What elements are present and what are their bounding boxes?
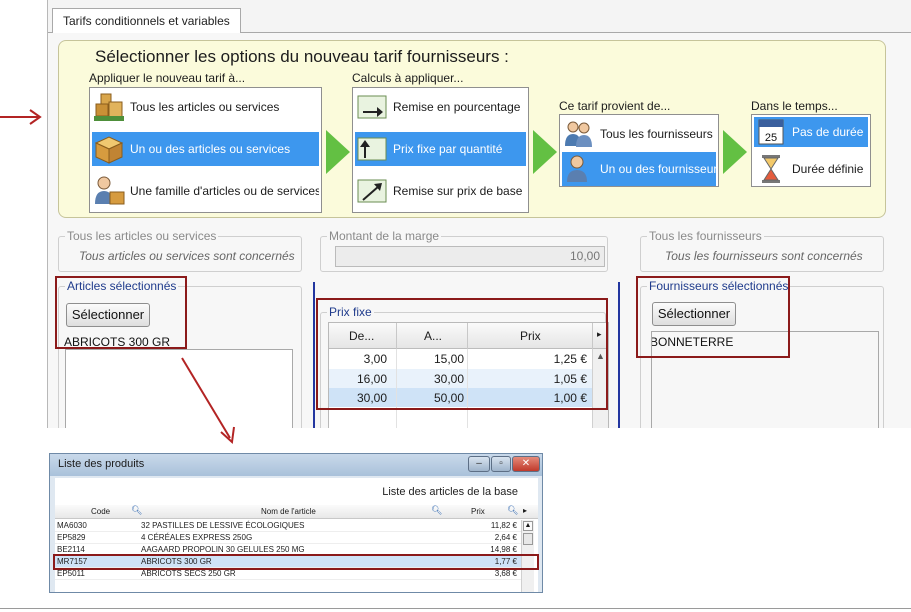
- close-button[interactable]: ✕: [512, 456, 540, 472]
- apply-options-box: Tous les articles ou services Un ou des …: [89, 87, 322, 213]
- all-articles-note: Tous articles ou services sont concernés: [79, 249, 295, 263]
- green-arrow-icon: [723, 130, 747, 174]
- blue-divider-right: [618, 282, 620, 428]
- option-label: Remise en pourcentage: [393, 100, 521, 114]
- calc-options-box: Remise en pourcentage Prix fixe par quan…: [352, 87, 529, 213]
- option-label: Pas de durée: [792, 125, 864, 139]
- option-label: Tous les articles ou services: [130, 100, 280, 114]
- search-icon[interactable]: 🔍︎: [431, 505, 442, 516]
- products-popup: Liste des produits ‒ ▫ ✕ Liste des artic…: [49, 453, 543, 593]
- option-defined-duration[interactable]: Durée définie: [754, 152, 868, 186]
- option-label: Prix fixe par quantité: [393, 142, 503, 156]
- options-panel: Sélectionner les options du nouveau tari…: [58, 40, 886, 218]
- product-row[interactable]: EP5829 4 CÉRÉALES EXPRESS 250G 2,64 €: [55, 532, 521, 544]
- option-label: Tous les fournisseurs: [600, 127, 713, 141]
- popup-content: Liste des articles de la base Code 🔍︎ No…: [53, 478, 539, 592]
- option-all-suppliers[interactable]: Tous les fournisseurs: [562, 117, 716, 151]
- product-price: 11,82 €: [490, 521, 517, 530]
- all-suppliers-fieldset: Tous les fournisseurs Tous les fournisse…: [640, 229, 884, 272]
- popup-titlebar[interactable]: Liste des produits ‒ ▫ ✕: [50, 454, 542, 476]
- people-icon: [562, 117, 596, 151]
- scroll-up-icon[interactable]: ▲: [523, 521, 533, 531]
- hourglass-icon: [754, 152, 788, 186]
- highlight-articles: [55, 276, 187, 349]
- option-fixed-price-qty[interactable]: Prix fixe par quantité: [355, 132, 526, 166]
- option-no-duration[interactable]: 25 Pas de durée: [754, 117, 868, 147]
- time-options-box: 25 Pas de durée Durée définie: [751, 114, 871, 187]
- header-name[interactable]: Nom de l'article: [261, 507, 316, 516]
- margin-fieldset: Montant de la marge 10,00: [320, 229, 608, 272]
- maximize-button[interactable]: ▫: [491, 456, 511, 472]
- box-icon: [92, 132, 126, 166]
- option-label: Durée définie: [792, 162, 864, 176]
- option-label: Un ou des articles ou services: [130, 142, 291, 156]
- option-percent-discount[interactable]: Remise en pourcentage: [355, 90, 526, 124]
- option-article-family[interactable]: Une famille d'articles ou de services: [92, 174, 319, 208]
- person-icon: [562, 152, 596, 186]
- product-price: 2,64 €: [494, 533, 517, 542]
- boxes-icon: [92, 90, 126, 124]
- calc-group-label: Calculs à appliquer...: [352, 71, 464, 85]
- popup-title: Liste des produits: [58, 458, 145, 470]
- red-arrow-icon: [0, 109, 42, 125]
- calendar-icon: 25: [754, 117, 788, 147]
- product-code: MA6030: [57, 521, 87, 530]
- option-all-articles[interactable]: Tous les articles ou services: [92, 90, 319, 124]
- scroll-thumb[interactable]: [523, 533, 533, 545]
- arrow-up-icon: [355, 132, 389, 166]
- header-code[interactable]: Code: [91, 507, 110, 516]
- popup-list-header: Code 🔍︎ Nom de l'article 🔍︎ Prix 🔍︎ ▸: [55, 505, 538, 519]
- search-icon[interactable]: 🔍︎: [507, 505, 518, 516]
- margin-input[interactable]: 10,00: [335, 246, 605, 267]
- all-articles-fieldset: Tous les articles ou services Tous artic…: [58, 229, 302, 272]
- product-code: EP5829: [57, 533, 86, 542]
- popup-subtitle: Liste des articles de la base: [382, 486, 518, 498]
- supplier-options-box: Tous les fournisseurs Un ou des fourniss…: [559, 114, 719, 187]
- search-icon[interactable]: 🔍︎: [131, 505, 142, 516]
- option-base-price-discount[interactable]: Remise sur prix de base: [355, 174, 526, 208]
- divider: [0, 608, 911, 609]
- option-label: Un ou des fournisseurs: [600, 162, 716, 176]
- arrow-right-icon: [355, 90, 389, 124]
- green-arrow-icon: [326, 130, 350, 174]
- margin-legend: Montant de la marge: [327, 229, 442, 243]
- calendar-day: 25: [765, 132, 777, 144]
- product-name: 4 CÉRÉALES EXPRESS 250G: [141, 533, 253, 542]
- header-price[interactable]: Prix: [471, 507, 485, 516]
- arrow-diagonal-icon: [355, 174, 389, 208]
- highlight-prix-fixe: [316, 298, 608, 410]
- tab-tarifs[interactable]: Tarifs conditionnels et variables: [52, 8, 241, 34]
- supplier-group-label: Ce tarif provient de...: [559, 99, 671, 113]
- option-label: Remise sur prix de base: [393, 184, 523, 198]
- tab-strip: Tarifs conditionnels et variables: [48, 8, 911, 34]
- all-suppliers-note: Tous les fournisseurs sont concernés: [665, 249, 863, 263]
- scroll-right-icon[interactable]: ▸: [523, 506, 527, 515]
- highlight-suppliers: [636, 276, 790, 358]
- minimize-button[interactable]: ‒: [468, 456, 490, 472]
- option-one-or-more-articles[interactable]: Un ou des articles ou services: [92, 132, 319, 166]
- green-arrow-icon: [533, 130, 557, 174]
- blue-divider-left: [313, 282, 315, 428]
- highlight-product-row: [53, 554, 539, 570]
- options-title: Sélectionner les options du nouveau tari…: [95, 47, 509, 66]
- option-label: Une famille d'articles ou de services: [130, 184, 319, 198]
- red-arrow-diagonal-icon: [181, 357, 235, 445]
- person-box-icon: [92, 174, 126, 208]
- all-suppliers-legend: Tous les fournisseurs: [647, 229, 764, 243]
- product-row[interactable]: MA6030 32 PASTILLES DE LESSIVE ÉCOLOGIQU…: [55, 520, 521, 532]
- time-group-label: Dans le temps...: [751, 99, 838, 113]
- product-name: 32 PASTILLES DE LESSIVE ÉCOLOGIQUES: [141, 521, 305, 530]
- all-articles-legend: Tous les articles ou services: [65, 229, 219, 243]
- option-one-or-more-suppliers[interactable]: Un ou des fournisseurs: [562, 152, 716, 186]
- apply-group-label: Appliquer le nouveau tarif à...: [89, 71, 246, 85]
